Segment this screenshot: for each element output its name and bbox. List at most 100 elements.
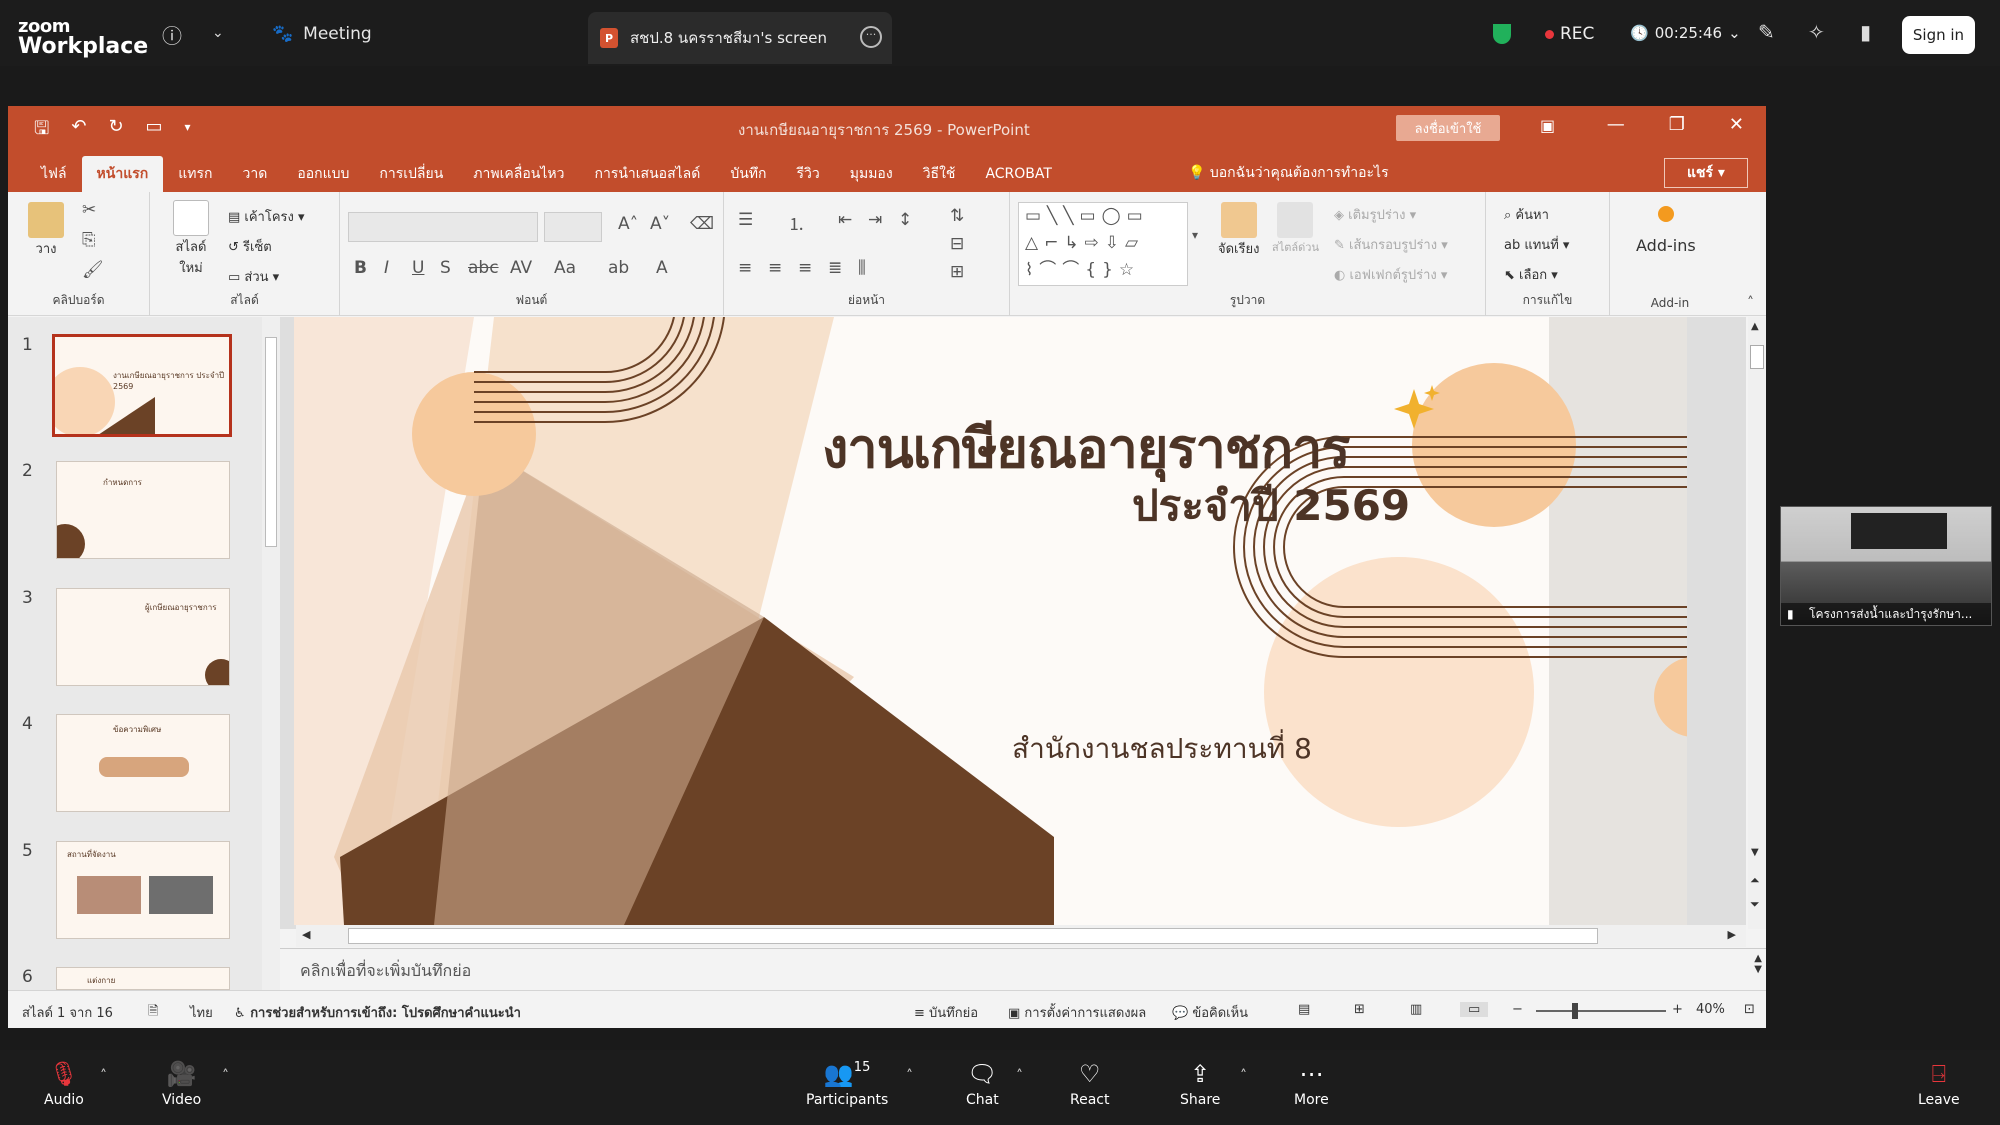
spell-check-icon[interactable]: 🗎: [148, 1002, 158, 1024]
slide-thumbnail-3[interactable]: ผู้เกษียณอายุราชการ: [56, 588, 230, 686]
strikethrough-icon[interactable]: abc: [468, 258, 499, 278]
redo-icon[interactable]: ↻: [108, 116, 123, 146]
slide-vertical-scrollbar[interactable]: ▲ ▼ ⏶ ⏷: [1748, 317, 1766, 929]
view-icon[interactable]: ▮: [1860, 20, 1871, 44]
change-case-icon[interactable]: Aa: [554, 258, 576, 278]
meeting-tab[interactable]: 🐾 Meeting: [272, 24, 372, 44]
scroll-right-icon[interactable]: ▶: [1728, 928, 1736, 941]
audio-button[interactable]: 🎙 Audio: [44, 1060, 84, 1108]
video-options-icon[interactable]: ˄: [222, 1068, 229, 1084]
slide-horizontal-scrollbar[interactable]: ◀ ▶: [296, 925, 1746, 947]
ppt-sign-in-button[interactable]: ลงชื่อเข้าใช้: [1396, 115, 1500, 141]
share-options-icon[interactable]: ˄: [1240, 1068, 1247, 1084]
bold-icon[interactable]: B: [354, 258, 367, 278]
highlight-icon[interactable]: ab: [608, 258, 629, 278]
shadow-icon[interactable]: S: [440, 258, 451, 278]
cut-icon[interactable]: ✂: [82, 200, 96, 220]
zoom-in-icon[interactable]: +: [1672, 1002, 1683, 1017]
font-color-icon[interactable]: A: [656, 258, 668, 278]
line-spacing-icon[interactable]: ↕: [898, 210, 912, 230]
tab-slideshow[interactable]: การนำเสนอสไลด์: [579, 156, 715, 192]
shape-effects-button[interactable]: ◐ เอฟเฟกต์รูปร่าง ▾: [1334, 264, 1447, 285]
align-text-icon[interactable]: ⊟: [950, 234, 964, 254]
customize-chevron-icon[interactable]: ▾: [185, 116, 191, 146]
tab-home[interactable]: หน้าแรก: [81, 156, 164, 192]
arrange-button[interactable]: จัดเรียง: [1218, 202, 1259, 259]
quick-styles-button[interactable]: สไตล์ด่วน: [1272, 202, 1319, 256]
thumbnail-scrollbar[interactable]: [262, 317, 280, 990]
reading-view-icon[interactable]: ▥: [1410, 1002, 1422, 1017]
chat-options-icon[interactable]: ˄: [1016, 1068, 1023, 1084]
next-slide-icon[interactable]: ⏷: [1750, 897, 1760, 912]
tab-record[interactable]: บันทึก: [715, 156, 781, 192]
increase-indent-icon[interactable]: ⇥: [868, 210, 882, 230]
layout-button[interactable]: ▤ เค้าโครง ▾: [228, 206, 305, 227]
sparkle-icon[interactable]: ✧: [1808, 20, 1825, 44]
shapes-gallery[interactable]: ▭╲╲▭◯▭ △⌐↳⇨⇩▱ ⌇⌒⌒{}☆: [1018, 202, 1188, 286]
previous-slide-icon[interactable]: ⏶: [1750, 873, 1760, 888]
minimize-icon[interactable]: —: [1607, 114, 1625, 135]
accessibility-status[interactable]: ♿ การช่วยสำหรับการเข้าถึง: โปรดศึกษาคำแน…: [234, 1002, 521, 1023]
font-size-select[interactable]: [544, 212, 602, 242]
shapes-more-icon[interactable]: ▾: [1192, 228, 1198, 242]
zoom-slider-knob[interactable]: [1572, 1003, 1578, 1019]
shape-fill-button[interactable]: ◈ เติมรูปร่าง ▾: [1334, 204, 1416, 225]
align-center-icon[interactable]: ≡: [768, 258, 782, 278]
smartart-icon[interactable]: ⊞: [950, 262, 964, 282]
tab-help[interactable]: วิธีใช้: [908, 156, 971, 192]
restore-icon[interactable]: ❐: [1669, 114, 1685, 135]
zoom-out-icon[interactable]: −: [1512, 1002, 1523, 1017]
slide-thumbnail-5[interactable]: สถานที่จัดงาน: [56, 841, 230, 939]
align-left-icon[interactable]: ≡: [738, 258, 752, 278]
tell-me-box[interactable]: 💡 บอกฉันว่าคุณต้องการทำอะไร: [1188, 162, 1389, 184]
slide-thumbnail-2[interactable]: กำหนดการ: [56, 461, 230, 559]
present-icon[interactable]: ▭: [146, 116, 163, 146]
columns-icon[interactable]: ⫼: [858, 258, 866, 278]
slide-subtitle[interactable]: ประจำปี 2569: [1132, 473, 1410, 539]
participants-button[interactable]: 👥15 Participants: [806, 1060, 888, 1108]
participant-video-tile[interactable]: ▮ โครงการส่งน้ำและบำรุงรักษา...: [1780, 506, 1992, 626]
reset-button[interactable]: ↺ รีเซ็ต: [228, 236, 272, 257]
scroll-down-icon[interactable]: ▼: [1751, 847, 1759, 858]
audio-options-icon[interactable]: ˄: [100, 1068, 107, 1084]
scroll-up-icon[interactable]: ▲: [1751, 321, 1759, 332]
notes-scroll-icon[interactable]: ▲ ▼: [1754, 953, 1762, 975]
share-button[interactable]: แชร์ ▾: [1664, 158, 1748, 188]
display-settings-button[interactable]: ▣ การตั้งค่าการแสดงผล: [1008, 1002, 1146, 1023]
replace-button[interactable]: ab แทนที่ ▾: [1504, 234, 1569, 255]
font-family-select[interactable]: [348, 212, 538, 242]
justify-icon[interactable]: ≣: [828, 258, 842, 278]
chat-button[interactable]: 🗨 Chat: [966, 1060, 999, 1108]
sign-in-button[interactable]: Sign in: [1902, 16, 1975, 54]
more-options-icon[interactable]: ···: [860, 26, 882, 48]
addins-button[interactable]: Add-ins: [1636, 206, 1696, 255]
more-button[interactable]: ⋯ More: [1294, 1060, 1329, 1108]
new-slide-button[interactable]: สไลด์ใหม่: [166, 200, 216, 278]
format-painter-icon[interactable]: 🖌: [82, 260, 104, 280]
info-icon[interactable]: ⓘ: [162, 20, 182, 49]
slide-thumbnail-6[interactable]: แต่งกาย: [56, 967, 230, 990]
tab-insert[interactable]: แทรก: [163, 156, 227, 192]
slide-thumbnail-4[interactable]: ข้อความพิเศษ: [56, 714, 230, 812]
notes-pane[interactable]: คลิกเพื่อที่จะเพิ่มบันทึกย่อ ▲ ▼: [280, 948, 1766, 988]
underline-icon[interactable]: U: [412, 258, 424, 278]
ribbon-display-icon[interactable]: ▣: [1540, 116, 1555, 135]
slideshow-view-icon[interactable]: ▭: [1460, 1002, 1489, 1017]
char-spacing-icon[interactable]: AV: [510, 258, 532, 278]
share-screen-tab[interactable]: P สชป.8 นครราชสีมา's screen ···: [588, 12, 892, 64]
tab-review[interactable]: รีวิว: [782, 156, 835, 192]
scroll-left-icon[interactable]: ◀: [302, 928, 310, 941]
slide-office-text[interactable]: สำนักงานชลประทานที่ 8: [1012, 727, 1312, 771]
select-button[interactable]: ⬉ เลือก ▾: [1504, 264, 1558, 285]
chevron-down-icon[interactable]: ⌄: [212, 25, 224, 41]
annotate-icon[interactable]: ✎: [1758, 20, 1775, 44]
notes-button[interactable]: ≡ บันทึกย่อ: [914, 1002, 978, 1023]
save-icon[interactable]: 🖫: [34, 116, 49, 146]
text-direction-icon[interactable]: ⇅: [950, 206, 964, 226]
recording-indicator[interactable]: REC: [1545, 24, 1594, 44]
tab-file[interactable]: ไฟล์: [26, 156, 82, 192]
slide-thumbnail-1[interactable]: งานเกษียณอายุราชการ ประจำปี 2569: [52, 334, 232, 437]
grow-font-icon[interactable]: A˄: [618, 214, 638, 234]
collapse-ribbon-icon[interactable]: ˄: [1747, 295, 1754, 311]
shrink-font-icon[interactable]: A˅: [650, 214, 670, 234]
